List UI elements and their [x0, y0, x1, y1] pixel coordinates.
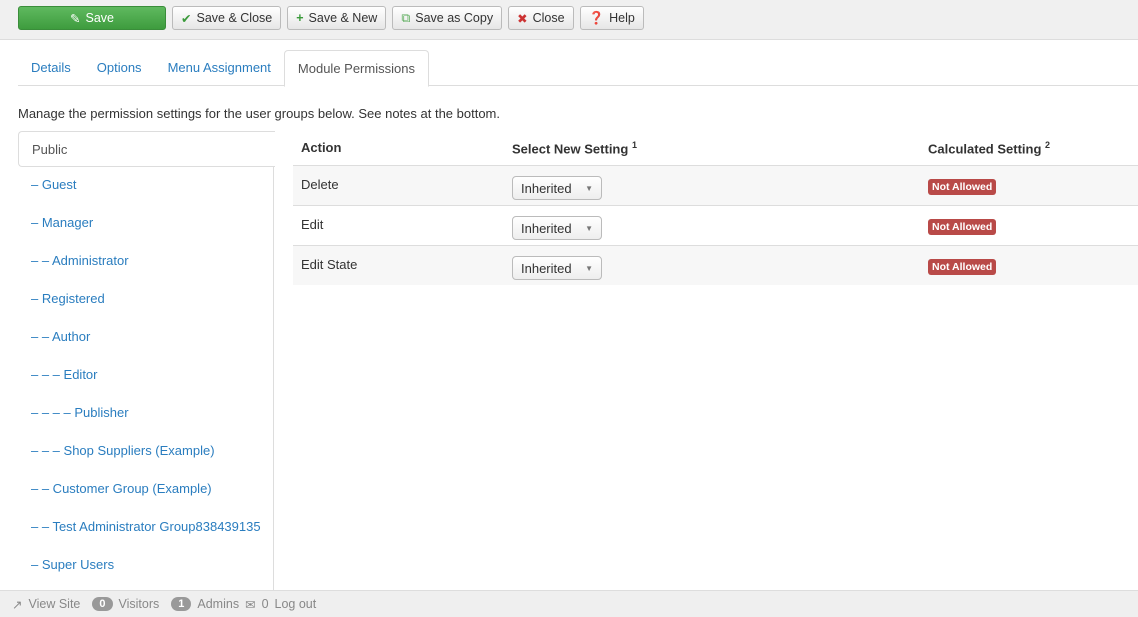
setting-select[interactable]: Inherited ▼ [512, 216, 602, 240]
group-item[interactable]: – – Test Administrator Group838439135 [18, 509, 273, 547]
external-link-icon: ↗ [12, 597, 23, 612]
group-list: Public – Guest – Manager – – Administrat… [18, 131, 275, 591]
group-item[interactable]: – Super Users [18, 547, 273, 585]
group-item[interactable]: – – – – Publisher [18, 395, 273, 433]
toolbar: ✎ Save ✔ Save & Close + Save & New ⧉ Save as… [0, 0, 1138, 40]
status-badge: Not Allowed [928, 178, 997, 195]
action-name: Edit State [293, 245, 504, 285]
action-name: Delete [293, 165, 504, 206]
action-name: Edit [293, 205, 504, 246]
view-site-link[interactable]: View Site [28, 597, 80, 611]
group-item[interactable]: – – Administrator [18, 243, 273, 281]
setting-select[interactable]: Inherited ▼ [512, 256, 602, 281]
tab-menu-assignment[interactable]: Menu Assignment [155, 50, 284, 85]
header-calculated: Calculated Setting 2 [920, 131, 1138, 166]
table-row: Delete Inherited ▼ Not Allowed [293, 165, 1138, 206]
admins-label: Admins [197, 597, 240, 611]
status-bar: ↗ View Site 0 Visitors 1 Admins ✉ 0 Log … [0, 590, 1138, 617]
help-button[interactable]: ❓ Help [579, 6, 644, 30]
question-icon: ❓ [588, 10, 605, 25]
group-item[interactable]: – – – Editor [18, 357, 273, 395]
group-item[interactable]: – – – Shop Suppliers (Example) [18, 433, 273, 471]
copy-icon: ⧉ [401, 10, 411, 25]
save-button[interactable]: ✎ Save [18, 6, 166, 30]
header-select: Select New Setting 1 [504, 131, 920, 166]
group-item[interactable]: – – Author [18, 319, 273, 357]
status-badge: Not Allowed [928, 218, 997, 235]
edit-icon: ✎ [70, 11, 81, 26]
status-badge: Not Allowed [928, 258, 997, 275]
tab-options[interactable]: Options [84, 50, 155, 85]
permissions-table: Action Select New Setting 1 Calculated S… [293, 131, 1138, 285]
messages-count[interactable]: 0 [262, 597, 269, 611]
plus-icon: + [296, 11, 304, 25]
group-item[interactable]: Public [18, 131, 275, 167]
tab-module-permissions[interactable]: Module Permissions [283, 50, 429, 87]
group-item[interactable]: – Guest [18, 167, 273, 205]
visitors-label: Visitors [118, 597, 160, 611]
check-icon: ✔ [181, 11, 192, 26]
tab-bar: Details Options Menu Assignment Module P… [18, 50, 1138, 87]
caret-down-icon: ▼ [585, 223, 593, 233]
description: Manage the permission settings for the u… [18, 106, 501, 121]
close-icon: ✖ [517, 11, 528, 26]
tab-details[interactable]: Details [18, 50, 84, 85]
admins-count: 1 [171, 597, 192, 611]
setting-select[interactable]: Inherited ▼ [512, 176, 602, 200]
table-row: Edit Inherited ▼ Not Allowed [293, 205, 1138, 246]
logout-link[interactable]: Log out [275, 597, 317, 611]
group-item[interactable]: – – Customer Group (Example) [18, 471, 273, 509]
save-close-button[interactable]: ✔ Save & Close [172, 6, 282, 30]
visitors-count: 0 [92, 597, 113, 611]
save-copy-button[interactable]: ⧉ Save as Copy [392, 6, 503, 30]
close-button[interactable]: ✖ Close [508, 6, 574, 30]
envelope-icon: ✉ [245, 597, 256, 612]
caret-down-icon: ▼ [585, 183, 593, 193]
group-item[interactable]: – Manager [18, 205, 273, 243]
save-new-button[interactable]: + Save & New [287, 6, 387, 30]
header-action: Action [293, 131, 504, 166]
group-item[interactable]: – Registered [18, 281, 273, 319]
caret-down-icon: ▼ [585, 263, 593, 273]
table-row: Edit State Inherited ▼ Not Allowed [293, 245, 1138, 285]
